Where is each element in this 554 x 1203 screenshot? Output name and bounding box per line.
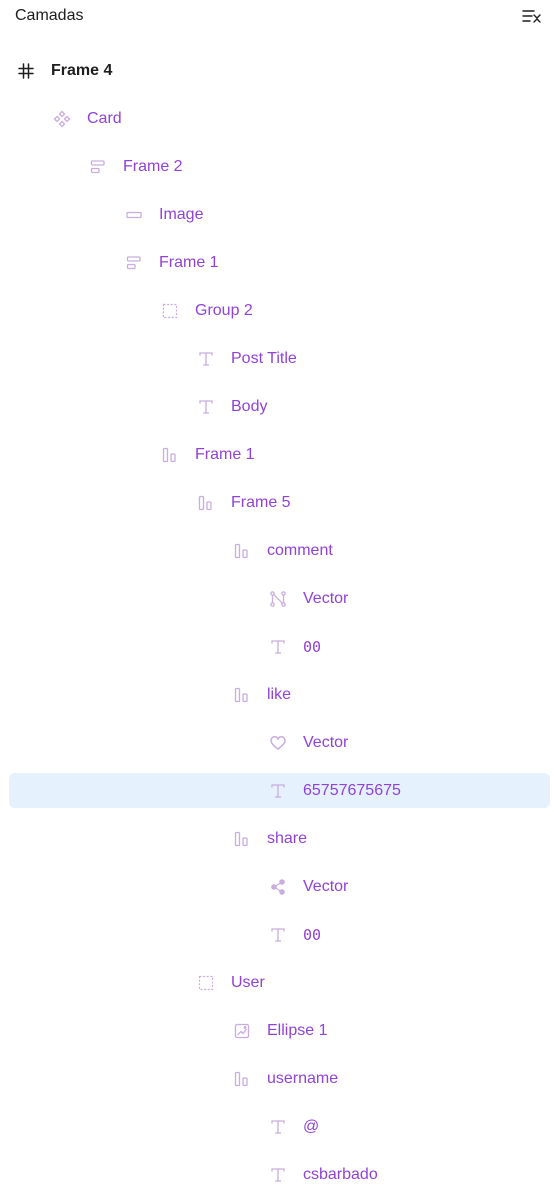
text-icon <box>268 1117 288 1137</box>
layer-label: Frame 1 <box>159 254 219 271</box>
group-icon <box>160 301 180 321</box>
layer-row[interactable]: Vector <box>0 575 554 623</box>
layer-row[interactable]: comment <box>0 527 554 575</box>
text-icon <box>196 349 216 369</box>
layer-row[interactable]: share <box>0 815 554 863</box>
layer-label: 00 <box>303 638 322 656</box>
text-icon <box>196 397 216 417</box>
layer-label: like <box>267 686 292 703</box>
layer-label: Vector <box>303 734 349 751</box>
layer-label: Body <box>231 398 268 415</box>
layer-label: Image <box>159 206 204 223</box>
layer-label: Frame 2 <box>123 158 183 175</box>
layer-row[interactable]: Frame 1 <box>0 431 554 479</box>
layer-label: Ellipse 1 <box>267 1022 328 1039</box>
heart-icon <box>268 733 288 753</box>
layer-label: username <box>267 1070 339 1087</box>
layer-label: comment <box>267 542 333 559</box>
share-icon <box>268 877 288 897</box>
layer-row[interactable]: Frame 5 <box>0 479 554 527</box>
layer-row[interactable]: username <box>0 1055 554 1103</box>
layer-row[interactable]: 00 <box>0 623 554 671</box>
layer-row[interactable]: Vector <box>0 863 554 911</box>
layer-row[interactable]: Frame 2 <box>0 143 554 191</box>
layer-label: Frame 5 <box>231 494 291 511</box>
layer-row[interactable]: Ellipse 1 <box>0 1007 554 1055</box>
layer-label: Card <box>87 110 122 127</box>
vector-path-icon <box>268 589 288 609</box>
layer-row[interactable]: User <box>0 959 554 1007</box>
collapse-list-icon <box>522 10 541 23</box>
layer-label: @ <box>303 1118 320 1135</box>
text-icon <box>268 1165 288 1185</box>
collapse-list-button[interactable] <box>520 6 544 28</box>
layer-label: Vector <box>303 590 349 607</box>
rectangle-icon <box>124 205 144 225</box>
auto-layout-horizontal-icon <box>232 685 252 705</box>
text-icon <box>268 637 288 657</box>
auto-layout-horizontal-icon <box>196 493 216 513</box>
text-icon <box>268 781 288 801</box>
auto-layout-horizontal-icon <box>160 445 180 465</box>
layer-label: Frame 1 <box>195 446 255 463</box>
layer-row[interactable]: Post Title <box>0 335 554 383</box>
layer-label: Vector <box>303 878 349 895</box>
layer-row[interactable]: like <box>0 671 554 719</box>
hash-icon <box>16 61 36 81</box>
layer-row[interactable]: 65757675675 <box>0 767 554 815</box>
layer-tree: Frame 4 Card Frame 2 Image Frame 1 Group 2 Pos… <box>0 47 554 1199</box>
layer-label: Post Title <box>231 350 297 367</box>
image-fill-icon <box>232 1021 252 1041</box>
layer-row[interactable]: Frame 1 <box>0 239 554 287</box>
layer-label: Group 2 <box>195 302 253 319</box>
layer-label: User <box>231 974 265 991</box>
layer-label: 65757675675 <box>303 782 401 799</box>
layer-row[interactable]: Group 2 <box>0 287 554 335</box>
group-icon <box>196 973 216 993</box>
layer-row[interactable]: Frame 4 <box>0 47 554 95</box>
layer-label: 00 <box>303 926 322 944</box>
component-icon <box>52 109 72 129</box>
text-icon <box>268 925 288 945</box>
layer-row[interactable]: @ <box>0 1103 554 1151</box>
layer-row[interactable]: csbarbado <box>0 1151 554 1199</box>
layers-panel-header: Camadas <box>0 0 554 36</box>
layer-row[interactable]: Vector <box>0 719 554 767</box>
auto-layout-horizontal-icon <box>232 541 252 561</box>
layer-row[interactable]: Image <box>0 191 554 239</box>
auto-layout-vertical-icon <box>124 253 144 273</box>
layer-label: csbarbado <box>303 1166 378 1183</box>
layer-label: share <box>267 830 308 847</box>
panel-title: Camadas <box>15 7 84 24</box>
auto-layout-vertical-icon <box>88 157 108 177</box>
layer-row[interactable]: Body <box>0 383 554 431</box>
layer-label: Frame 4 <box>51 62 113 79</box>
layer-row[interactable]: 00 <box>0 911 554 959</box>
layer-row[interactable]: Card <box>0 95 554 143</box>
auto-layout-horizontal-icon <box>232 829 252 849</box>
auto-layout-horizontal-icon <box>232 1069 252 1089</box>
